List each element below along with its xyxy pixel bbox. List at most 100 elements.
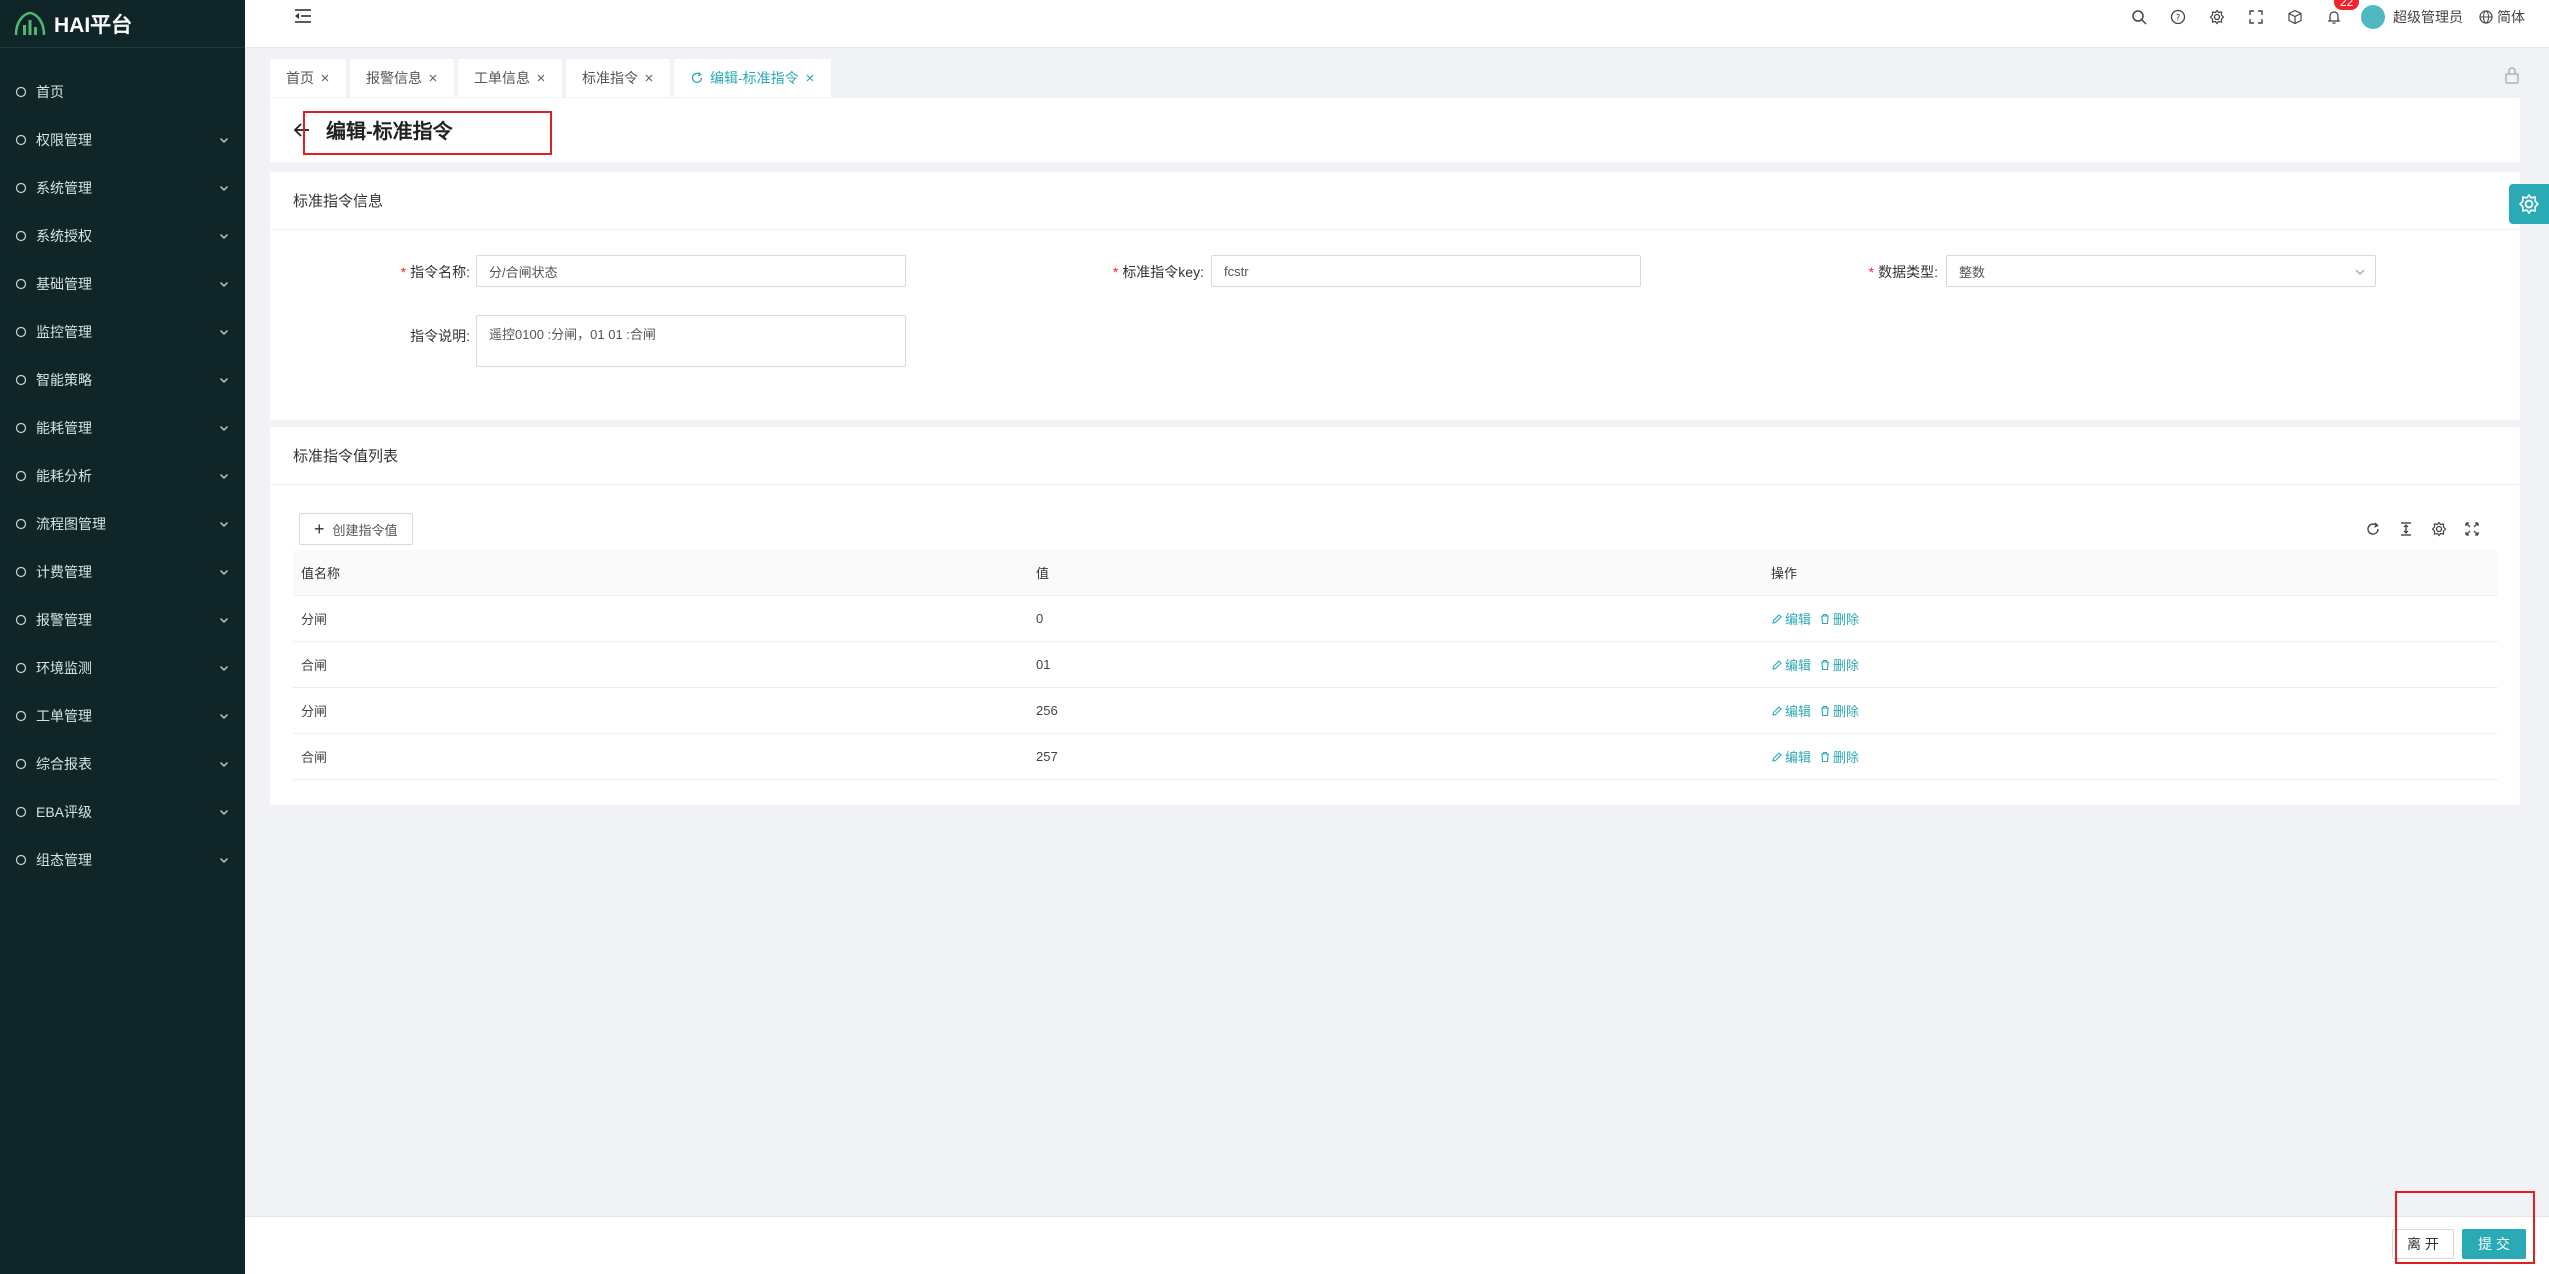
close-icon[interactable] — [536, 73, 546, 83]
tab[interactable]: 工单信息 — [458, 59, 562, 97]
energy-icon — [14, 421, 28, 435]
sidebar-item[interactable]: 计费管理 — [0, 548, 245, 596]
table-body: 分闸 0 编辑 删除 合闸 01 编辑 删除 分闸 256 编辑 删除 合闸 257 编辑 删除 — [293, 596, 2498, 780]
datatype-select[interactable]: 整数 — [1946, 255, 2376, 287]
sidebar-item-label: 监控管理 — [36, 324, 92, 340]
edit-link[interactable]: 编辑 — [1771, 655, 1811, 674]
leaf-icon — [14, 661, 28, 675]
edit-link[interactable]: 编辑 — [1771, 747, 1811, 766]
close-icon[interactable] — [428, 73, 438, 83]
actions-cell: 编辑 删除 — [1763, 701, 2498, 720]
sidebar-item-label: 综合报表 — [36, 756, 92, 772]
description-textarea[interactable]: 遥控0100 :分闸，01 01 :合闸 — [476, 315, 906, 367]
datatype-label: * 数据类型: — [1720, 262, 1938, 282]
sidebar-item-label: 环境监测 — [36, 660, 92, 676]
sidebar-item-label: 计费管理 — [36, 564, 92, 580]
column-height-icon[interactable] — [2389, 517, 2422, 541]
sidebar-item[interactable]: 权限管理 — [0, 116, 245, 164]
tab[interactable]: 标准指令 — [566, 59, 670, 97]
sidebar-item-label: 能耗管理 — [36, 420, 92, 436]
search-icon[interactable] — [2119, 0, 2158, 34]
bulb-icon — [14, 373, 28, 387]
sidebar-item-label: 工单管理 — [36, 708, 92, 724]
language-switcher[interactable]: 简体 — [2473, 7, 2549, 27]
delete-link[interactable]: 删除 — [1819, 747, 1859, 766]
instruction-key-input[interactable]: fcstr — [1211, 255, 1641, 287]
settings-icon[interactable] — [2197, 0, 2236, 34]
key-label-text: 标准指令key: — [1122, 264, 1204, 280]
sidebar-item[interactable]: 能耗分析 — [0, 452, 245, 500]
delete-link[interactable]: 删除 — [1819, 655, 1859, 674]
alarm-icon — [14, 613, 28, 627]
system-icon — [14, 181, 28, 195]
notification-badge: 22 — [2334, 0, 2360, 10]
edit-label: 编辑 — [1785, 612, 1812, 627]
close-icon[interactable] — [805, 73, 815, 83]
cube-icon[interactable] — [2275, 0, 2314, 34]
column-header-name: 值名称 — [301, 566, 341, 581]
tab[interactable]: 编辑-标准指令 — [674, 59, 831, 97]
values-section-title: 标准指令值列表 — [293, 448, 399, 465]
sidebar-item[interactable]: 首页 — [0, 68, 245, 116]
trash-icon — [1821, 659, 1830, 670]
lock-icon[interactable] — [2504, 66, 2520, 84]
create-value-button[interactable]: + 创建指令值 — [299, 513, 413, 545]
sidebar-item[interactable]: 监控管理 — [0, 308, 245, 356]
gear-icon — [2518, 193, 2540, 215]
tab[interactable]: 报警信息 — [350, 59, 454, 97]
sidebar-item[interactable]: 综合报表 — [0, 740, 245, 788]
sidebar-item[interactable]: 系统授权 — [0, 212, 245, 260]
required-mark: * — [1868, 264, 1875, 280]
chevron-down-icon — [220, 810, 228, 815]
chevron-down-icon — [220, 234, 228, 239]
table-fullscreen-icon[interactable] — [2455, 517, 2488, 541]
page-header-card: 编辑-标准指令 — [270, 98, 2520, 162]
instruction-info-card: 标准指令信息 * 指令名称: 分/合闸状态 * 标准指令key: fcstr * 数据… — [270, 172, 2520, 420]
delete-label: 删除 — [1833, 750, 1860, 765]
sidebar-item[interactable]: 系统管理 — [0, 164, 245, 212]
edit-link[interactable]: 编辑 — [1771, 701, 1811, 720]
config-icon — [14, 853, 28, 867]
column-header-value: 值 — [1036, 566, 1050, 581]
reload-icon[interactable] — [2356, 517, 2389, 541]
fullscreen-icon[interactable] — [2236, 0, 2275, 34]
chevron-down-icon — [220, 618, 228, 623]
sidebar-item[interactable]: 组态管理 — [0, 836, 245, 884]
sidebar-item[interactable]: 流程图管理 — [0, 500, 245, 548]
help-icon[interactable]: ? — [2158, 0, 2197, 34]
value-name-cell: 分闸 — [301, 704, 328, 719]
delete-link[interactable]: 删除 — [1819, 701, 1859, 720]
sidebar-item[interactable]: 基础管理 — [0, 260, 245, 308]
notification-bell-icon[interactable]: 22 — [2314, 0, 2360, 34]
instruction-name-input[interactable]: 分/合闸状态 — [476, 255, 906, 287]
rating-icon — [14, 805, 28, 819]
sidebar-item[interactable]: 报警管理 — [0, 596, 245, 644]
workorder-icon — [14, 709, 28, 723]
brand[interactable]: HAI平台 — [0, 0, 245, 48]
value-name-cell: 分闸 — [301, 612, 328, 627]
tab[interactable]: 首页 — [270, 59, 346, 97]
chevron-down-icon — [220, 666, 228, 671]
tab-label: 报警信息 — [366, 70, 422, 86]
menu-fold-icon[interactable] — [293, 6, 313, 26]
sidebar-item[interactable]: 智能策略 — [0, 356, 245, 404]
close-icon[interactable] — [320, 73, 330, 83]
sidebar-item[interactable]: 工单管理 — [0, 692, 245, 740]
column-setting-icon[interactable] — [2422, 517, 2455, 541]
floating-settings-button[interactable] — [2509, 184, 2549, 224]
language-label: 简体 — [2497, 9, 2525, 25]
actions-cell: 编辑 删除 — [1763, 609, 2498, 628]
chevron-down-icon — [220, 186, 228, 191]
close-icon[interactable] — [644, 73, 654, 83]
delete-link[interactable]: 删除 — [1819, 609, 1859, 628]
sidebar-item[interactable]: EBA评级 — [0, 788, 245, 836]
table-row: 合闸 01 编辑 删除 — [293, 642, 2498, 688]
edit-link[interactable]: 编辑 — [1771, 609, 1811, 628]
user-menu[interactable]: 超级管理员 — [2353, 5, 2473, 29]
value-name-cell: 合闸 — [301, 750, 328, 765]
table-row: 合闸 257 编辑 删除 — [293, 734, 2498, 780]
refresh-icon[interactable] — [690, 71, 704, 85]
sidebar-item[interactable]: 环境监测 — [0, 644, 245, 692]
tab-label: 工单信息 — [474, 70, 530, 86]
sidebar-item[interactable]: 能耗管理 — [0, 404, 245, 452]
